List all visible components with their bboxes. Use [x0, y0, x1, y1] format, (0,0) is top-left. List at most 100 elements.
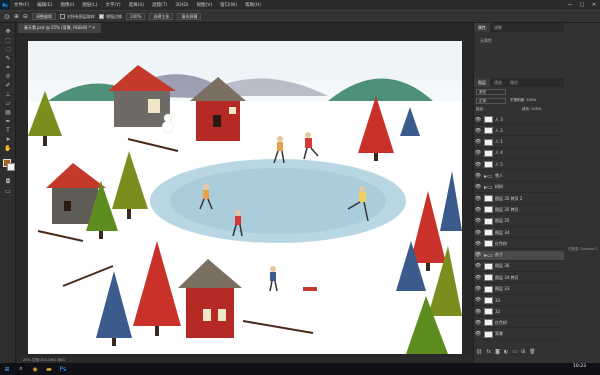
- document-tab[interactable]: 春天素.psd @ 25% (背景, RGB/8) * ✕: [18, 23, 102, 33]
- fill-screen-button[interactable]: 填充屏幕: [177, 13, 202, 20]
- fx-icon[interactable]: fx: [486, 349, 491, 355]
- eye-icon[interactable]: 👁: [474, 263, 482, 269]
- menu-select[interactable]: 选择(S): [125, 2, 148, 8]
- menu-file[interactable]: 文件(F): [10, 2, 33, 8]
- layer-row[interactable]: 👁 红色树: [474, 239, 564, 250]
- menu-layer[interactable]: 图层(L): [78, 2, 101, 8]
- sample-all-checkbox[interactable]: 对所有图层取样: [59, 14, 95, 20]
- layer-row[interactable]: 👁 人 4: [474, 149, 564, 159]
- layer-row[interactable]: 👁 图层 35 拷贝 2: [474, 194, 564, 205]
- eye-icon[interactable]: 👁: [474, 128, 482, 134]
- photoshop-taskbar-icon[interactable]: Ps: [56, 364, 70, 374]
- stamp-icon[interactable]: ⊥: [3, 90, 13, 99]
- add-selection-icon[interactable]: ⊕: [14, 13, 19, 20]
- close-button[interactable]: ✕: [588, 0, 600, 10]
- menu-3d[interactable]: 3D(D): [171, 3, 192, 8]
- background-color-swatch[interactable]: [7, 163, 15, 171]
- mask-icon[interactable]: ◙: [495, 349, 500, 355]
- eye-icon[interactable]: 👁: [474, 207, 482, 213]
- quick-select-icon[interactable]: ✎: [3, 54, 13, 63]
- layer-row[interactable]: 👁 人 3: [474, 115, 564, 125]
- menu-edit[interactable]: 编辑(E): [33, 2, 56, 8]
- layer-row[interactable]: 👁 ▸▭ 雪人: [474, 172, 564, 182]
- eye-icon[interactable]: 👁: [474, 309, 482, 315]
- tab-paths[interactable]: 路径: [506, 78, 522, 87]
- menu-filter[interactable]: 滤镜(T): [148, 2, 171, 8]
- eye-icon[interactable]: 👁: [474, 184, 482, 190]
- layer-row[interactable]: 👁 ▸▭ 树树: [474, 183, 564, 193]
- layer-row[interactable]: 👁 人 5: [474, 160, 564, 171]
- tab-adjustments[interactable]: 调整: [490, 23, 506, 32]
- eye-icon[interactable]: 👁: [474, 218, 482, 224]
- file-explorer-icon[interactable]: ▬: [42, 364, 56, 374]
- gradient-icon[interactable]: ▤: [3, 108, 13, 117]
- menu-type[interactable]: 文字(Y): [101, 2, 124, 8]
- menu-view[interactable]: 视图(V): [193, 2, 217, 8]
- search-icon[interactable]: ⌕: [14, 364, 28, 374]
- eye-icon[interactable]: 👁: [474, 162, 482, 168]
- layer-row[interactable]: 👁 图层 34: [474, 228, 564, 238]
- tab-properties[interactable]: 属性: [474, 23, 490, 32]
- minimize-button[interactable]: —: [564, 0, 576, 10]
- select-subject-button[interactable]: 选择主体: [149, 13, 174, 20]
- crop-icon[interactable]: ⌗: [3, 63, 13, 72]
- eye-icon[interactable]: 👁: [474, 252, 482, 258]
- trash-icon[interactable]: 🗑: [529, 349, 535, 355]
- layer-row[interactable]: 👁 图层 34 拷贝: [474, 273, 564, 284]
- eye-icon[interactable]: 👁: [474, 275, 482, 281]
- layer-row[interactable]: 👁 人 2: [474, 126, 564, 137]
- eye-icon[interactable]: 👁: [474, 286, 482, 292]
- path-select-icon[interactable]: ➤: [3, 135, 13, 144]
- eraser-icon[interactable]: ▱: [3, 99, 13, 108]
- lasso-icon[interactable]: ◌: [3, 45, 13, 54]
- text-icon[interactable]: T: [3, 126, 13, 135]
- subtract-selection-icon[interactable]: ⊖: [23, 13, 28, 20]
- marquee-icon[interactable]: ⬚: [3, 36, 13, 45]
- fill-field[interactable]: 填充: 100%: [522, 107, 541, 112]
- folder-icon[interactable]: ▭: [512, 349, 517, 355]
- layer-row[interactable]: 👁 人 1: [474, 138, 564, 148]
- eye-icon[interactable]: 👁: [474, 150, 482, 156]
- eye-icon[interactable]: 👁: [474, 320, 482, 326]
- tab-layers[interactable]: 图层: [474, 78, 490, 87]
- eye-icon[interactable]: 👁: [474, 230, 482, 236]
- layer-kind-filter[interactable]: 类型: [476, 89, 506, 95]
- opacity-field[interactable]: 不透明度: 100%: [510, 98, 536, 103]
- refine-button[interactable]: 调整编辑: [31, 13, 56, 20]
- eye-icon[interactable]: 👁: [474, 297, 482, 303]
- adjustment-icon[interactable]: ◐: [504, 349, 508, 355]
- hand-icon[interactable]: ✋: [3, 144, 13, 153]
- eye-icon[interactable]: 👁: [474, 117, 482, 123]
- quick-select-icon[interactable]: ⊙: [4, 13, 10, 21]
- pen-icon[interactable]: ✒: [3, 117, 13, 126]
- quick-mask-icon[interactable]: ◘: [3, 177, 13, 186]
- layer-row[interactable]: 👁 图层 35: [474, 217, 564, 227]
- screen-mode-icon[interactable]: ▭: [3, 187, 13, 196]
- menu-window[interactable]: 窗口(W): [216, 2, 241, 8]
- layer-row[interactable]: 👁 33: [474, 296, 564, 306]
- layer-row[interactable]: 👁 图层 35 拷贝: [474, 205, 564, 216]
- new-layer-icon[interactable]: ⊞: [521, 349, 525, 355]
- maximize-button[interactable]: □: [576, 0, 588, 10]
- windows-start-icon[interactable]: ⊞: [0, 364, 14, 374]
- eye-icon[interactable]: 👁: [474, 241, 482, 247]
- menu-help[interactable]: 帮助(H): [241, 2, 265, 8]
- zoom-level-button[interactable]: 100%: [125, 13, 146, 20]
- layer-row[interactable]: 👁 ▸▭ 房子: [474, 250, 564, 261]
- layer-row[interactable]: 👁 图层 33: [474, 285, 564, 295]
- layer-row[interactable]: 👁 32: [474, 307, 564, 318]
- layer-row[interactable]: 👁 图层 36: [474, 262, 564, 272]
- eye-icon[interactable]: 👁: [474, 173, 482, 179]
- eye-icon[interactable]: 👁: [474, 196, 482, 202]
- canvas-artwork[interactable]: [28, 41, 462, 354]
- layer-row[interactable]: 👁 红色树: [474, 318, 564, 329]
- eyedropper-icon[interactable]: ⚲: [3, 72, 13, 81]
- layer-row[interactable]: 👁 背景: [474, 330, 564, 340]
- move-icon[interactable]: ✥: [3, 27, 13, 36]
- menu-image[interactable]: 图像(I): [56, 2, 78, 8]
- auto-enhance-checkbox[interactable]: 增强边缘: [98, 14, 122, 20]
- link-icon[interactable]: ⛓: [476, 349, 482, 355]
- brush-icon[interactable]: ✐: [3, 81, 13, 90]
- tab-channels[interactable]: 通道: [490, 78, 506, 87]
- eye-icon[interactable]: 👁: [474, 331, 482, 337]
